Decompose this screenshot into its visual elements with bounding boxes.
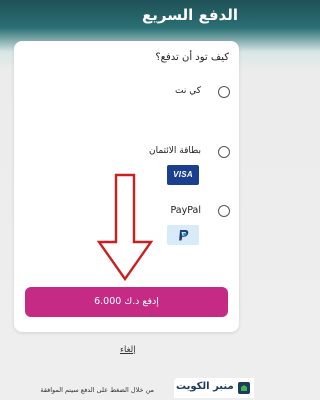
page-title: الدفع السريع — [142, 6, 238, 24]
brand-logo-icon — [238, 382, 250, 394]
down-arrow-icon — [96, 173, 154, 282]
knet-label: كي نت — [175, 86, 201, 96]
terms-note: من خلال الضغط على الدفع سيتم الموافقة — [40, 386, 154, 394]
knet-radio[interactable] — [218, 86, 230, 98]
credit-card-label: بطاقة الائتمان — [148, 146, 201, 156]
payment-question: كيف تود أن تدفع؟ — [155, 52, 229, 63]
payment-option-credit-card[interactable]: بطاقة الائتمان — [14, 146, 239, 162]
paypal-radio[interactable] — [218, 205, 230, 217]
visa-logo-icon: VISA — [167, 165, 199, 185]
pay-button[interactable]: إدفع د.ك 6.000 — [25, 287, 228, 317]
brand-watermark: منبر الكويت — [174, 378, 254, 398]
credit-card-radio[interactable] — [218, 146, 230, 158]
paypal-logo-icon — [167, 225, 199, 245]
payment-option-knet[interactable]: كي نت — [14, 86, 239, 102]
cancel-link[interactable]: إلغاء — [120, 345, 136, 355]
brand-name: منبر الكويت — [176, 381, 234, 392]
paypal-label: PayPal — [170, 205, 201, 216]
